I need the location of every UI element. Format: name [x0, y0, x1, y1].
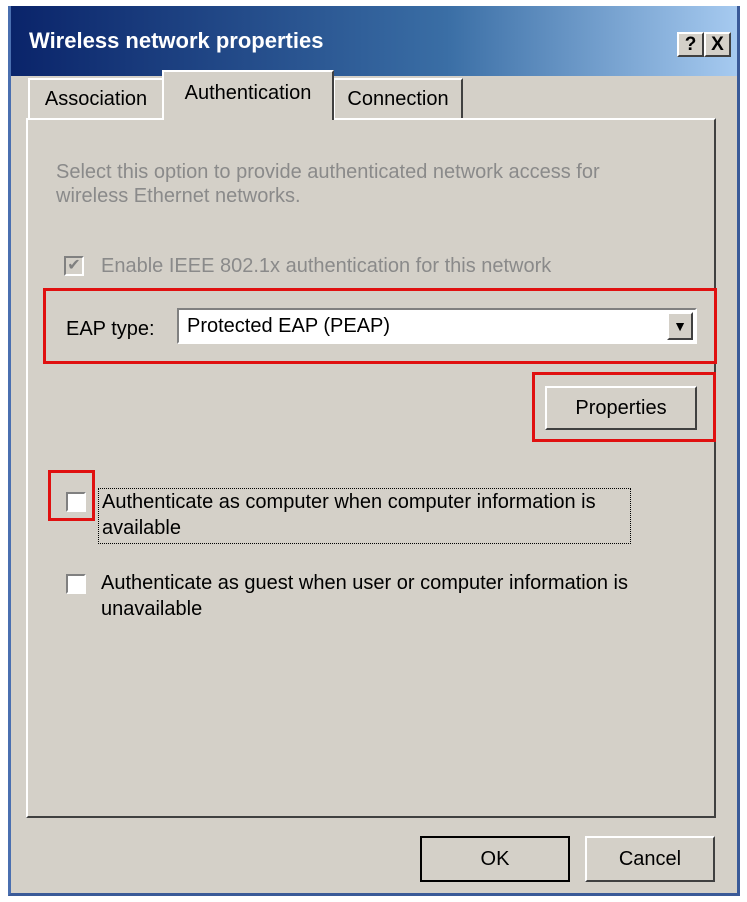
tab-label: Connection — [347, 88, 449, 110]
window-title: Wireless network properties — [29, 28, 324, 53]
tab-panel — [26, 118, 716, 818]
auth-computer-label[interactable]: Authenticate as computer when computer i… — [98, 488, 631, 544]
description-text: Select this option to provide authentica… — [56, 161, 600, 207]
ok-button[interactable]: OK — [420, 836, 570, 882]
enable-8021x-checkbox[interactable]: ✔ — [64, 256, 84, 276]
help-button[interactable]: ? — [677, 32, 704, 57]
cancel-button[interactable]: Cancel — [585, 836, 715, 882]
tab-label: Association — [44, 88, 148, 110]
enable-8021x-label: Enable IEEE 802.1x authentication for th… — [101, 255, 552, 277]
tab-association[interactable]: Association — [28, 78, 164, 118]
auth-guest-label[interactable]: Authenticate as guest when user or compu… — [101, 570, 701, 622]
properties-highlight-box — [532, 372, 716, 442]
eap-highlight-box — [43, 288, 717, 364]
close-button[interactable]: X — [704, 32, 731, 57]
auth-guest-checkbox[interactable] — [66, 574, 86, 594]
checkbox-highlight-box — [48, 470, 95, 521]
tab-connection[interactable]: Connection — [333, 78, 463, 118]
tab-label: Authentication — [184, 82, 312, 104]
check-mark-icon: ✔ — [67, 257, 81, 274]
tab-authentication[interactable]: Authentication — [162, 70, 334, 120]
title-bar[interactable]: Wireless network properties ? X — [11, 6, 737, 76]
